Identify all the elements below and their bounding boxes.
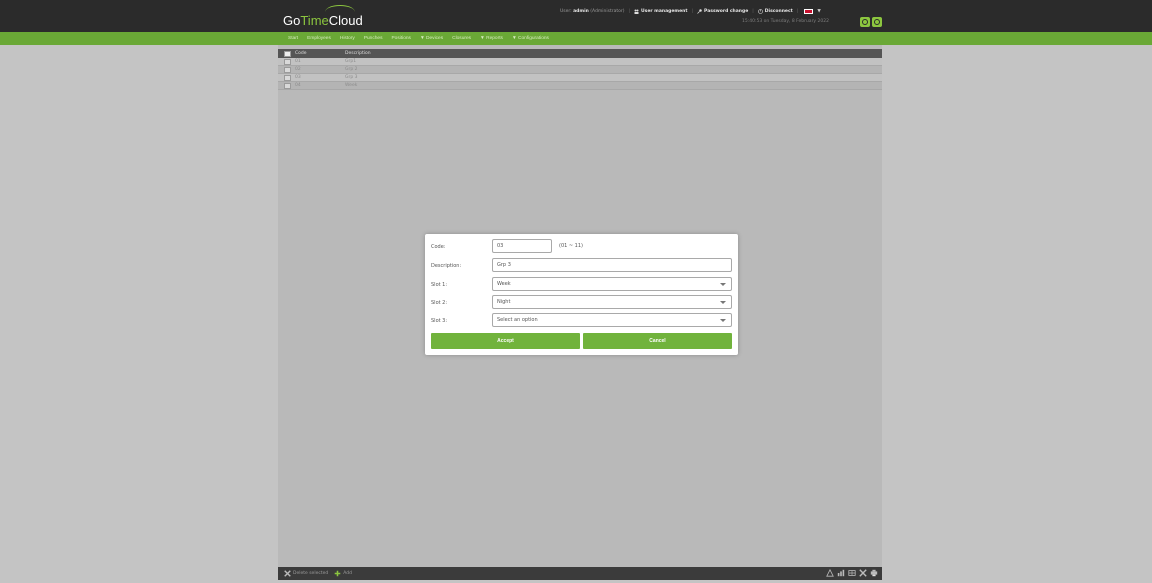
password-change-link[interactable]: Password change — [697, 9, 748, 14]
main-menu: Start Employees History Punches Position… — [288, 32, 549, 45]
excel-icon[interactable] — [859, 569, 867, 577]
menu-history[interactable]: History — [340, 36, 355, 41]
menu-reports[interactable]: ▼ Reports — [480, 36, 503, 41]
main-menu-bar: Start Employees History Punches Position… — [0, 32, 1152, 45]
row-code: 02 — [295, 67, 301, 72]
delete-icon — [284, 570, 291, 577]
row-checkbox[interactable] — [284, 82, 291, 89]
code-range-hint: (01 ~ 11) — [559, 243, 583, 249]
slot1-select[interactable]: Week — [492, 277, 732, 291]
row-description: Grp 3 — [345, 75, 358, 80]
table-row[interactable]: 03 Grp 3 — [278, 74, 882, 82]
refresh-icon[interactable] — [860, 17, 870, 27]
power-icon — [757, 8, 763, 14]
cancel-button[interactable]: Cancel — [583, 333, 732, 349]
row-description: Grp 2 — [345, 67, 358, 72]
user-info-bar: User: admin (Administrator) | User manag… — [560, 8, 821, 14]
add-button[interactable]: Add — [334, 570, 352, 577]
slot1-label: Slot 1: — [431, 282, 448, 288]
menu-closures[interactable]: Closures — [452, 36, 471, 41]
user-prefix: User: — [560, 8, 572, 14]
table-row[interactable]: 02 Grp 2 — [278, 66, 882, 74]
disconnect-link[interactable]: Disconnect — [757, 8, 793, 14]
footer-toolbar: Delete selected Add — [278, 567, 882, 580]
user-role: (Administrator) — [590, 8, 625, 14]
accept-button[interactable]: Accept — [431, 333, 580, 349]
key-icon — [697, 8, 702, 14]
slot3-label: Slot 3: — [431, 318, 448, 324]
slot3-select[interactable]: Select an option — [492, 313, 732, 327]
csv-icon[interactable] — [837, 569, 845, 577]
add-icon — [334, 570, 341, 577]
row-description: Grp1 — [345, 59, 357, 64]
chevron-down-icon — [720, 301, 726, 304]
table-export-icon[interactable] — [848, 569, 856, 577]
row-code: 03 — [295, 75, 301, 80]
menu-employees[interactable]: Employees — [307, 36, 331, 41]
table-row[interactable]: 04 Week — [278, 82, 882, 90]
logo[interactable]: GoTimeCloud — [283, 5, 373, 29]
menu-positions[interactable]: Positions — [391, 36, 410, 41]
chevron-down-icon — [720, 319, 726, 322]
menu-start[interactable]: Start — [288, 36, 298, 41]
column-header-description[interactable]: Description — [345, 51, 371, 56]
row-code: 01 — [295, 59, 301, 64]
row-checkbox[interactable] — [284, 74, 291, 81]
chevron-down-icon — [720, 283, 726, 286]
chat-icon[interactable] — [872, 17, 882, 27]
logo-text: GoTimeCloud — [283, 13, 363, 28]
table-row[interactable]: 01 Grp1 — [278, 58, 882, 66]
edit-group-dialog: Code: 03 (01 ~ 11) Description: Grp 3 Sl… — [425, 234, 738, 355]
row-checkbox[interactable] — [284, 58, 291, 65]
user-management-link[interactable]: User management — [634, 9, 688, 14]
current-datetime: 15:40:53 on Tuesday, 8 February 2022 — [742, 19, 829, 24]
table-header: Code Description — [278, 49, 882, 58]
pdf-icon[interactable] — [826, 569, 834, 577]
row-checkbox[interactable] — [284, 66, 291, 73]
row-description: Week — [345, 83, 358, 88]
export-icons — [826, 569, 878, 577]
column-header-code[interactable]: Code — [295, 51, 307, 56]
select-all-checkbox[interactable] — [284, 50, 291, 57]
slot2-label: Slot 2: — [431, 300, 448, 306]
slot2-select[interactable]: Night — [492, 295, 732, 309]
chevron-down-icon[interactable]: ▼ — [817, 9, 820, 14]
print-icon[interactable] — [870, 569, 878, 577]
description-label: Description: — [431, 263, 462, 269]
users-icon — [634, 9, 639, 14]
user-name: admin — [573, 8, 589, 14]
menu-configurations[interactable]: ▼ Configurations — [512, 36, 549, 41]
top-bar: GoTimeCloud User: admin (Administrator) … — [0, 0, 1152, 32]
menu-punches[interactable]: Punches — [364, 36, 383, 41]
delete-selected-button[interactable]: Delete selected — [284, 570, 328, 577]
language-flag-icon[interactable] — [804, 8, 814, 14]
code-input[interactable]: 03 — [492, 239, 552, 253]
row-code: 04 — [295, 83, 301, 88]
code-label: Code: — [431, 244, 446, 250]
menu-devices[interactable]: ▼ Devices — [420, 36, 443, 41]
description-input[interactable]: Grp 3 — [492, 258, 732, 272]
